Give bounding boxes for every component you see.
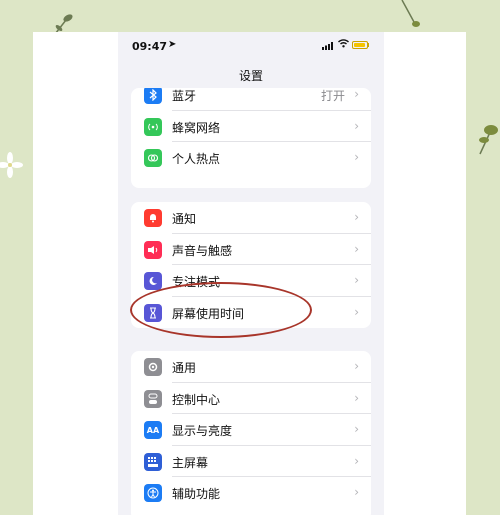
control-center-icon xyxy=(144,389,162,408)
settings-row-hotspot[interactable]: 个人热点 › xyxy=(131,142,371,174)
chevron-right-icon: › xyxy=(354,359,359,373)
settings-group-general: 通用 › 控制中心 › AA 显示与亮度 › 主屏幕 › 辅助功能 › xyxy=(131,351,371,515)
home-screen-icon xyxy=(144,452,162,471)
location-arrow-icon: ➤ xyxy=(168,39,177,50)
settings-row-display[interactable]: AA 显示与亮度 › xyxy=(131,414,371,446)
settings-group-connectivity: 蓝牙 打开 › 蜂窝网络 › 个人热点 › xyxy=(131,88,371,188)
flower-decoration-left xyxy=(0,152,23,178)
settings-row-label: 通知 xyxy=(172,212,197,226)
settings-screen: 09:47 ➤ 设置 蓝牙 打开 › 蜂窝网络 › 个人热点 › 通知 › 声音… xyxy=(118,32,384,515)
settings-row-label: 显示与亮度 xyxy=(172,424,233,438)
settings-row-notifications[interactable]: 通知 › xyxy=(131,202,371,234)
leaf-decoration-right xyxy=(479,125,498,155)
settings-row-label: 辅助功能 xyxy=(172,487,221,501)
settings-row-cellular[interactable]: 蜂窝网络 › xyxy=(131,111,371,142)
page-title: 设置 xyxy=(238,69,263,83)
chevron-right-icon: › xyxy=(354,241,359,256)
settings-row-label: 蜂窝网络 xyxy=(172,120,221,135)
wifi-icon xyxy=(338,39,349,48)
chevron-right-icon: › xyxy=(354,273,359,287)
settings-row-label: 控制中心 xyxy=(172,392,221,407)
highlight-ellipse xyxy=(130,282,312,338)
chevron-right-icon: › xyxy=(354,390,359,405)
settings-row-value: 打开 xyxy=(320,89,345,103)
settings-row-label: 主屏幕 xyxy=(172,455,209,470)
chevron-right-icon: › xyxy=(354,150,359,164)
settings-row-accessibility[interactable]: 辅助功能 › xyxy=(131,477,371,509)
settings-row-label: 个人热点 xyxy=(172,152,221,166)
display-icon: AA xyxy=(144,421,162,439)
status-time: 09:47 xyxy=(132,40,168,53)
chevron-right-icon: › xyxy=(354,118,359,133)
chevron-right-icon: › xyxy=(354,210,359,224)
bluetooth-icon xyxy=(144,88,162,104)
gear-icon xyxy=(144,358,162,376)
notification-icon xyxy=(144,209,162,227)
hotspot-icon xyxy=(144,149,162,167)
chevron-right-icon: › xyxy=(354,304,359,319)
status-bar: 09:47 ➤ xyxy=(118,32,384,60)
settings-row-label: 蓝牙 xyxy=(172,89,197,103)
battery-icon xyxy=(352,41,369,49)
accessibility-icon xyxy=(144,484,162,502)
chevron-right-icon: › xyxy=(354,453,359,468)
settings-row-label: 声音与触感 xyxy=(172,243,233,258)
signal-bars-icon xyxy=(322,42,333,50)
settings-row-general[interactable]: 通用 › xyxy=(131,351,371,383)
settings-row-control-center[interactable]: 控制中心 › xyxy=(131,383,371,414)
leaf-decoration-top-right xyxy=(401,0,420,27)
cellular-icon xyxy=(144,117,162,136)
chevron-right-icon: › xyxy=(354,485,359,499)
settings-row-bluetooth[interactable]: 蓝牙 打开 › xyxy=(131,88,371,111)
phone-frame: 09:47 ➤ 设置 蓝牙 打开 › 蜂窝网络 › 个人热点 › 通知 › 声音… xyxy=(33,32,466,515)
chevron-right-icon: › xyxy=(354,422,359,436)
sound-icon xyxy=(144,240,162,259)
settings-row-home-screen[interactable]: 主屏幕 › xyxy=(131,446,371,477)
settings-row-sounds[interactable]: 声音与触感 › xyxy=(131,234,371,265)
chevron-right-icon: › xyxy=(354,88,359,101)
settings-row-label: 通用 xyxy=(172,361,197,375)
focus-icon xyxy=(144,272,162,290)
